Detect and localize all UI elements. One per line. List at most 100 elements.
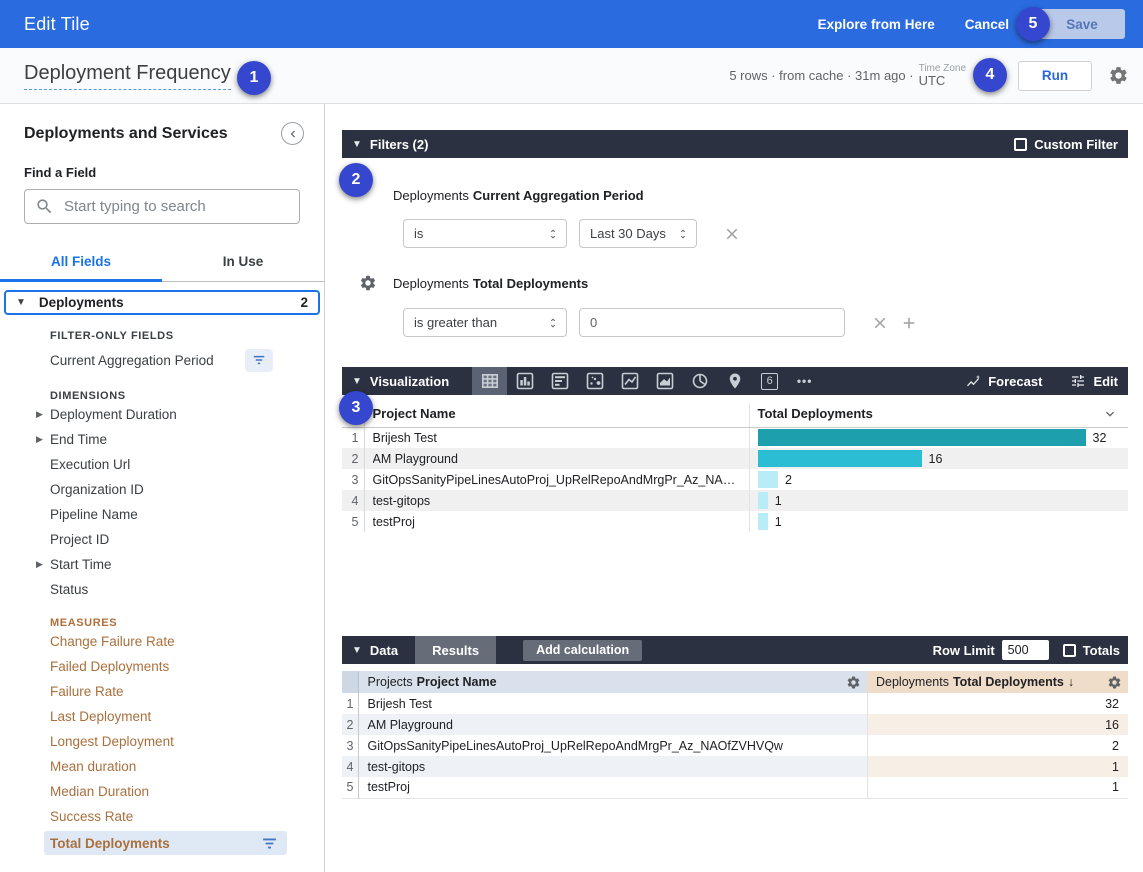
measure-last-deployment[interactable]: Last Deployment bbox=[0, 704, 324, 729]
filter-operator-select[interactable]: is bbox=[403, 219, 567, 248]
measure-median-duration[interactable]: Median Duration bbox=[0, 779, 324, 804]
project-name-cell[interactable]: testProj bbox=[358, 777, 867, 798]
dimension-execution-url[interactable]: Execution Url bbox=[0, 452, 324, 477]
unfold-more-icon bbox=[547, 228, 559, 240]
row-number: 1 bbox=[342, 693, 358, 714]
data-col-project-name[interactable]: Projects Project Name bbox=[359, 675, 868, 690]
filter-value-input[interactable] bbox=[579, 308, 845, 337]
viz-type-bar-chart-icon[interactable] bbox=[542, 367, 577, 395]
add-calculation-button[interactable]: Add calculation bbox=[523, 640, 642, 661]
project-name-cell: test-gitops bbox=[364, 490, 749, 511]
field-picker-sidebar: Deployments and Services Find a Field Al… bbox=[0, 104, 325, 872]
save-button[interactable]: Save bbox=[1039, 9, 1125, 39]
view-group-deployments[interactable]: ▼ Deployments 2 bbox=[4, 290, 320, 315]
project-name-cell[interactable]: AM Playground bbox=[358, 714, 867, 735]
explore-main-area: ▼ Filters (2) Custom Filter Deployments … bbox=[325, 104, 1143, 872]
project-name-cell[interactable]: GitOpsSanityPipeLinesAutoProj_UpRelRepoA… bbox=[358, 735, 867, 756]
value-cell[interactable]: 1 bbox=[867, 756, 1128, 777]
tab-all-fields[interactable]: All Fields bbox=[0, 244, 162, 281]
explore-from-here-link[interactable]: Explore from Here bbox=[818, 17, 935, 32]
dimension-pipeline-name[interactable]: Pipeline Name bbox=[0, 502, 324, 527]
annotation-badge-1: 1 bbox=[237, 61, 271, 95]
value-cell[interactable]: 2 bbox=[867, 735, 1128, 756]
top-bar: Edit Tile Explore from Here Cancel Save bbox=[0, 0, 1143, 48]
project-name-cell: AM Playground bbox=[364, 448, 749, 469]
value-cell[interactable]: 1 bbox=[867, 777, 1128, 798]
dimension-project-id[interactable]: Project ID bbox=[0, 527, 324, 552]
project-name-cell[interactable]: Brijesh Test bbox=[358, 693, 867, 714]
measure-mean-duration[interactable]: Mean duration bbox=[0, 754, 324, 779]
collapse-caret-icon[interactable]: ▼ bbox=[352, 645, 362, 656]
bar bbox=[758, 450, 922, 467]
dimension-start-time[interactable]: ▶Start Time bbox=[0, 552, 324, 577]
viz-row: 1 Brijesh Test 32 bbox=[342, 427, 1128, 448]
filter-view-label: Deployments bbox=[393, 188, 469, 203]
filter-by-field-button[interactable] bbox=[245, 349, 273, 372]
query-status-text: 5 rows · from cache · 31m ago · bbox=[729, 68, 913, 83]
filter-field-1: Deployments Current Aggregation Period bbox=[393, 188, 1128, 203]
field-search-box[interactable] bbox=[24, 189, 300, 224]
measure-success-rate[interactable]: Success Rate bbox=[0, 804, 324, 829]
viz-type-table-icon[interactable] bbox=[472, 367, 507, 395]
measure-failed-deployments[interactable]: Failed Deployments bbox=[0, 654, 324, 679]
gear-icon[interactable] bbox=[846, 675, 861, 690]
viz-type-scatter-icon[interactable] bbox=[577, 367, 612, 395]
collapse-caret-icon[interactable]: ▼ bbox=[352, 376, 362, 387]
dimension-status[interactable]: Status bbox=[0, 577, 324, 602]
tab-in-use[interactable]: In Use bbox=[162, 244, 324, 281]
timezone-value: UTC bbox=[919, 74, 946, 88]
row-limit-input[interactable] bbox=[1002, 640, 1049, 660]
forecast-button[interactable]: Forecast bbox=[965, 373, 1042, 389]
run-button[interactable]: Run bbox=[1018, 61, 1092, 91]
value-cell[interactable]: 16 bbox=[867, 714, 1128, 735]
bar-value: 1 bbox=[775, 515, 782, 529]
field-current-aggregation-period[interactable]: Current Aggregation Period bbox=[50, 348, 273, 372]
measure-failure-rate[interactable]: Failure Rate bbox=[0, 679, 324, 704]
measure-change-failure-rate[interactable]: Change Failure Rate bbox=[0, 629, 324, 654]
dimension-end-time[interactable]: ▶End Time bbox=[0, 427, 324, 452]
gear-icon[interactable] bbox=[359, 274, 377, 292]
dimension-organization-id[interactable]: Organization ID bbox=[0, 477, 324, 502]
edit-viz-button[interactable]: Edit bbox=[1070, 373, 1118, 389]
remove-filter-icon[interactable] bbox=[871, 314, 889, 332]
collapse-caret-icon[interactable]: ▼ bbox=[352, 139, 362, 150]
project-name-cell: Brijesh Test bbox=[364, 427, 749, 448]
filter-operator-select[interactable]: is greater than bbox=[403, 308, 567, 337]
gear-icon[interactable] bbox=[1107, 675, 1122, 690]
data-col-total-deployments[interactable]: Deployments Total Deployments ↓ bbox=[867, 675, 1128, 690]
viz-type-single-value-icon[interactable]: 6 bbox=[752, 367, 787, 395]
tile-title[interactable]: Deployment Frequency bbox=[24, 62, 231, 90]
filter-view-label: Deployments bbox=[393, 276, 469, 291]
viz-type-more-icon[interactable]: ••• bbox=[787, 367, 822, 395]
value-cell[interactable]: 32 bbox=[867, 693, 1128, 714]
measure-total-deployments[interactable]: Total Deployments bbox=[44, 831, 287, 855]
collapse-sidebar-button[interactable] bbox=[281, 122, 304, 145]
results-tab[interactable]: Results bbox=[415, 636, 496, 664]
viz-type-map-icon[interactable] bbox=[717, 367, 752, 395]
filter-value-select[interactable]: Last 30 Days bbox=[579, 219, 697, 248]
gear-icon[interactable] bbox=[1108, 65, 1129, 86]
dimension-deployment-duration[interactable]: ▶Deployment Duration bbox=[0, 402, 324, 427]
viz-col-total-deployments[interactable]: Total Deployments bbox=[758, 406, 873, 421]
totals-label: Totals bbox=[1083, 643, 1120, 658]
custom-filter-checkbox[interactable] bbox=[1014, 138, 1027, 151]
viz-col-project-name[interactable]: Project Name bbox=[364, 403, 749, 427]
viz-type-column-chart-icon[interactable] bbox=[507, 367, 542, 395]
viz-type-pie-chart-icon[interactable] bbox=[682, 367, 717, 395]
search-input[interactable] bbox=[64, 198, 289, 215]
measure-longest-deployment[interactable]: Longest Deployment bbox=[0, 729, 324, 754]
add-filter-icon[interactable] bbox=[900, 314, 918, 332]
remove-filter-icon[interactable] bbox=[723, 225, 741, 243]
project-name-cell[interactable]: test-gitops bbox=[358, 756, 867, 777]
viz-type-line-chart-icon[interactable] bbox=[612, 367, 647, 395]
explore-title: Deployments and Services bbox=[24, 125, 228, 143]
row-number: 4 bbox=[342, 756, 358, 777]
unfold-more-icon bbox=[547, 317, 559, 329]
viz-type-area-chart-icon[interactable] bbox=[647, 367, 682, 395]
cancel-button[interactable]: Cancel bbox=[965, 17, 1009, 32]
chevron-down-icon[interactable] bbox=[1102, 406, 1118, 422]
totals-checkbox[interactable] bbox=[1063, 644, 1076, 657]
field-label: Current Aggregation Period bbox=[50, 353, 214, 368]
project-name-cell: GitOpsSanityPipeLinesAutoProj_UpRelRepoA… bbox=[364, 469, 749, 490]
filter-icon[interactable] bbox=[261, 835, 278, 852]
